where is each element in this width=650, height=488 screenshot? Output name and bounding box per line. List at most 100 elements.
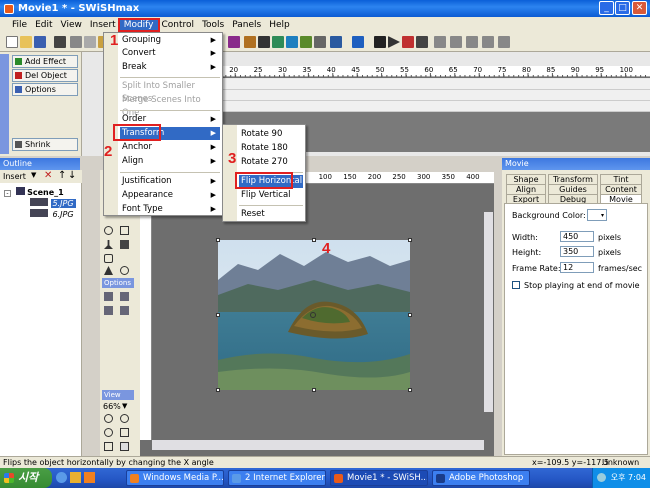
zoom-level-select[interactable]: 66%: [103, 402, 121, 411]
insert-button-icon[interactable]: [258, 36, 270, 48]
lasso-tool-icon[interactable]: [104, 254, 113, 263]
menu-insert[interactable]: Insert: [86, 20, 120, 30]
insert-content-icon[interactable]: [314, 36, 326, 48]
menu-item-flip-vertical[interactable]: Flip Vertical: [239, 189, 303, 202]
outline-move-down-icon[interactable]: ↓: [68, 170, 76, 181]
zoom-tool-icon[interactable]: [120, 266, 129, 275]
preview-icon[interactable]: [330, 36, 342, 48]
test-movie-icon[interactable]: [352, 36, 364, 48]
menu-view[interactable]: View: [57, 20, 86, 30]
snap-option-icon[interactable]: [104, 292, 113, 301]
forward-icon[interactable]: [482, 36, 494, 48]
outline-dropdown-arrow-icon[interactable]: ▼: [31, 171, 36, 179]
curve-option-icon[interactable]: [104, 306, 113, 315]
insert-image-icon[interactable]: [272, 36, 284, 48]
outline-scene-node[interactable]: - Scene_1: [4, 187, 64, 197]
start-button[interactable]: 시작: [0, 468, 52, 488]
add-effect-button[interactable]: Add Effect: [12, 55, 78, 68]
minimize-button[interactable]: _: [599, 1, 614, 15]
menu-item-font-type[interactable]: Font Type ▶: [120, 203, 220, 216]
del-object-button[interactable]: Del Object: [12, 69, 78, 82]
selection-handle-r[interactable]: [408, 313, 412, 317]
stage-vertical-scrollbar[interactable]: [484, 212, 493, 412]
selection-handle-tl[interactable]: [216, 238, 220, 242]
height-input[interactable]: 350: [560, 246, 594, 257]
selection-handle-t[interactable]: [312, 238, 316, 242]
shrink-button[interactable]: Shrink: [12, 138, 78, 151]
selection-handle-l[interactable]: [216, 313, 220, 317]
options-button[interactable]: Options: [12, 83, 78, 96]
outline-item-6[interactable]: 6.JPG: [30, 209, 76, 219]
play-icon[interactable]: [388, 36, 400, 48]
outline-insert-dropdown[interactable]: Insert: [3, 172, 26, 181]
zoom-stage-icon[interactable]: [120, 428, 129, 437]
menu-item-appearance[interactable]: Appearance ▶: [120, 189, 220, 202]
prev-frame-icon[interactable]: [450, 36, 462, 48]
last-frame-icon[interactable]: [498, 36, 510, 48]
menu-panels[interactable]: Panels: [228, 20, 265, 30]
collapse-icon[interactable]: -: [4, 190, 11, 197]
insert-symbol-icon[interactable]: [228, 36, 240, 48]
zoom-fit-icon[interactable]: [104, 428, 113, 437]
selection-handle-b[interactable]: [312, 388, 316, 392]
maximize-button[interactable]: □: [615, 1, 630, 15]
save-icon[interactable]: [34, 36, 46, 48]
play-effect-icon[interactable]: [402, 36, 414, 48]
hand-tool-icon[interactable]: [104, 266, 113, 275]
menu-item-rotate-270[interactable]: Rotate 270: [239, 156, 303, 169]
play-timeline-icon[interactable]: [416, 36, 428, 48]
quicklaunch-desktop-icon[interactable]: [70, 472, 81, 483]
menu-item-anchor[interactable]: Anchor ▶: [120, 141, 220, 154]
menu-control[interactable]: Control: [158, 20, 199, 30]
grid-option-icon[interactable]: [120, 292, 129, 301]
quicklaunch-ie-icon[interactable]: [56, 472, 67, 483]
cut-icon[interactable]: [70, 36, 82, 48]
zoom-dropdown-icon[interactable]: ▼: [122, 402, 127, 410]
menu-modify[interactable]: Modify: [117, 17, 160, 32]
insert-text-icon[interactable]: [244, 36, 256, 48]
selection-handle-br[interactable]: [408, 388, 412, 392]
menu-item-reset[interactable]: Reset: [239, 208, 303, 221]
outline-move-up-icon[interactable]: ↑: [58, 170, 66, 181]
menu-edit[interactable]: Edit: [31, 20, 56, 30]
show-grid-icon[interactable]: [104, 442, 113, 451]
framerate-input[interactable]: 12: [560, 262, 594, 273]
stop-playing-checkbox[interactable]: [512, 281, 520, 289]
menu-file[interactable]: File: [8, 20, 31, 30]
zoom-in-icon[interactable]: [104, 414, 113, 423]
open-folder-icon[interactable]: [20, 36, 32, 48]
rewind-icon[interactable]: [466, 36, 478, 48]
new-file-icon[interactable]: [6, 36, 18, 48]
menu-item-justification[interactable]: Justification ▶: [120, 175, 220, 188]
menu-item-align[interactable]: Align ▶: [120, 155, 220, 168]
corner-option-icon[interactable]: [120, 306, 129, 315]
menu-item-rotate-180[interactable]: Rotate 180: [239, 142, 303, 155]
menu-help[interactable]: Help: [265, 20, 294, 30]
rectangle-tool-icon[interactable]: [120, 226, 129, 235]
zoom-out-icon[interactable]: [120, 414, 129, 423]
insert-sprite-icon[interactable]: [286, 36, 298, 48]
menu-tools[interactable]: Tools: [198, 20, 228, 30]
stop-icon[interactable]: [374, 36, 386, 48]
first-frame-icon[interactable]: [434, 36, 446, 48]
bg-color-swatch[interactable]: ▾: [587, 209, 607, 221]
ellipse-tool-icon[interactable]: [104, 226, 113, 235]
bucket-tool-icon[interactable]: [120, 240, 129, 249]
selection-handle-bl[interactable]: [216, 388, 220, 392]
find-icon[interactable]: [54, 36, 66, 48]
outline-item-5[interactable]: 5.JPG: [30, 198, 76, 208]
menu-item-break[interactable]: Break ▶: [120, 61, 220, 74]
tray-network-icon[interactable]: [597, 473, 606, 482]
quicklaunch-media-icon[interactable]: [84, 472, 95, 483]
insert-sound-icon[interactable]: [300, 36, 312, 48]
selection-handle-tr[interactable]: [408, 238, 412, 242]
anchor-point-icon[interactable]: [310, 312, 316, 318]
outline-delete-icon[interactable]: ✕: [44, 170, 52, 181]
copy-icon[interactable]: [84, 36, 96, 48]
snap-grid-icon[interactable]: [120, 442, 129, 451]
pen-tool-icon[interactable]: [104, 240, 113, 249]
task-windows-media-player[interactable]: Windows Media P...: [126, 470, 224, 486]
close-button[interactable]: ✕: [632, 1, 647, 15]
task-swishmax[interactable]: Movie1 * - SWiSH...: [330, 470, 428, 486]
stage-horizontal-scrollbar[interactable]: [152, 440, 484, 450]
